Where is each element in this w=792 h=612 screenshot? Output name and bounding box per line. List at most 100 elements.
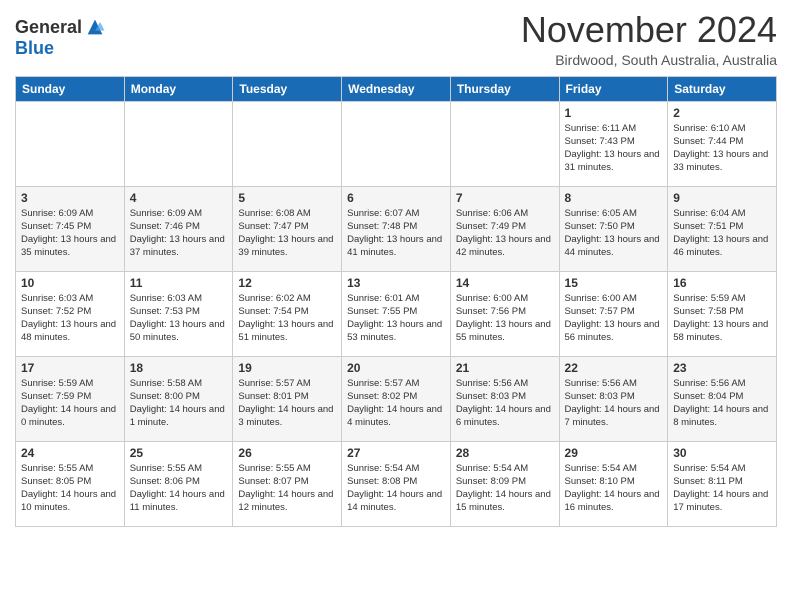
calendar-cell: 16 Sunrise: 5:59 AM Sunset: 7:58 PM Dayli… — [668, 271, 777, 356]
calendar-cell — [16, 101, 125, 186]
day-info: Sunrise: 5:59 AM Sunset: 7:58 PM Dayligh… — [673, 292, 771, 345]
calendar-cell: 28 Sunrise: 5:54 AM Sunset: 8:09 PM Dayli… — [450, 441, 559, 526]
day-info: Sunrise: 5:54 AM Sunset: 8:08 PM Dayligh… — [347, 462, 445, 515]
day-number: 15 — [565, 276, 663, 290]
calendar-cell — [124, 101, 233, 186]
calendar-cell: 10 Sunrise: 6:03 AM Sunset: 7:52 PM Dayli… — [16, 271, 125, 356]
weekday-header: Friday — [559, 76, 668, 101]
calendar-cell: 13 Sunrise: 6:01 AM Sunset: 7:55 PM Dayli… — [342, 271, 451, 356]
day-info: Sunrise: 6:03 AM Sunset: 7:53 PM Dayligh… — [130, 292, 228, 345]
calendar-cell: 12Sunrise: 6:02 AM Sunset: 7:54 PM Dayli… — [233, 271, 342, 356]
calendar-cell: 11 Sunrise: 6:03 AM Sunset: 7:53 PM Dayli… — [124, 271, 233, 356]
day-info: Sunrise: 6:03 AM Sunset: 7:52 PM Dayligh… — [21, 292, 119, 345]
calendar-cell: 29Sunrise: 5:54 AM Sunset: 8:10 PM Dayli… — [559, 441, 668, 526]
day-number: 18 — [130, 361, 228, 375]
calendar-cell: 17 Sunrise: 5:59 AM Sunset: 7:59 PM Dayli… — [16, 356, 125, 441]
calendar-cell: 19 Sunrise: 5:57 AM Sunset: 8:01 PM Dayli… — [233, 356, 342, 441]
calendar-table: SundayMondayTuesdayWednesdayThursdayFrid… — [15, 76, 777, 527]
day-number: 16 — [673, 276, 771, 290]
calendar-header-row: SundayMondayTuesdayWednesdayThursdayFrid… — [16, 76, 777, 101]
day-info: Sunrise: 6:09 AM Sunset: 7:45 PM Dayligh… — [21, 207, 119, 260]
calendar-cell: 23Sunrise: 5:56 AM Sunset: 8:04 PM Dayli… — [668, 356, 777, 441]
day-info: Sunrise: 6:05 AM Sunset: 7:50 PM Dayligh… — [565, 207, 663, 260]
day-info: Sunrise: 6:02 AM Sunset: 7:54 PM Dayligh… — [238, 292, 336, 345]
calendar-week-row: 10 Sunrise: 6:03 AM Sunset: 7:52 PM Dayli… — [16, 271, 777, 356]
day-number: 21 — [456, 361, 554, 375]
calendar-cell: 8 Sunrise: 6:05 AM Sunset: 7:50 PM Daylig… — [559, 186, 668, 271]
day-number: 8 — [565, 191, 663, 205]
day-info: Sunrise: 5:56 AM Sunset: 8:03 PM Dayligh… — [565, 377, 663, 430]
day-number: 2 — [673, 106, 771, 120]
day-info: Sunrise: 6:00 AM Sunset: 7:57 PM Dayligh… — [565, 292, 663, 345]
day-number: 5 — [238, 191, 336, 205]
day-number: 1 — [565, 106, 663, 120]
title-block: November 2024 Birdwood, South Australia,… — [521, 10, 777, 68]
calendar-cell — [450, 101, 559, 186]
day-number: 11 — [130, 276, 228, 290]
day-number: 19 — [238, 361, 336, 375]
calendar-cell: 26 Sunrise: 5:55 AM Sunset: 8:07 PM Dayli… — [233, 441, 342, 526]
weekday-header: Tuesday — [233, 76, 342, 101]
day-number: 20 — [347, 361, 445, 375]
day-number: 30 — [673, 446, 771, 460]
page-header: General Blue November 2024 Birdwood, Sou… — [15, 10, 777, 68]
day-number: 17 — [21, 361, 119, 375]
day-info: Sunrise: 5:55 AM Sunset: 8:07 PM Dayligh… — [238, 462, 336, 515]
weekday-header: Wednesday — [342, 76, 451, 101]
calendar-cell — [342, 101, 451, 186]
day-info: Sunrise: 5:57 AM Sunset: 8:01 PM Dayligh… — [238, 377, 336, 430]
day-info: Sunrise: 5:57 AM Sunset: 8:02 PM Dayligh… — [347, 377, 445, 430]
day-info: Sunrise: 5:54 AM Sunset: 8:09 PM Dayligh… — [456, 462, 554, 515]
day-info: Sunrise: 6:11 AM Sunset: 7:43 PM Dayligh… — [565, 122, 663, 175]
calendar-cell: 6 Sunrise: 6:07 AM Sunset: 7:48 PM Daylig… — [342, 186, 451, 271]
calendar-week-row: 3 Sunrise: 6:09 AM Sunset: 7:45 PM Daylig… — [16, 186, 777, 271]
day-info: Sunrise: 5:58 AM Sunset: 8:00 PM Dayligh… — [130, 377, 228, 430]
calendar-cell: 24 Sunrise: 5:55 AM Sunset: 8:05 PM Dayli… — [16, 441, 125, 526]
location-subtitle: Birdwood, South Australia, Australia — [521, 52, 777, 68]
calendar-week-row: 17 Sunrise: 5:59 AM Sunset: 7:59 PM Dayli… — [16, 356, 777, 441]
day-info: Sunrise: 5:54 AM Sunset: 8:11 PM Dayligh… — [673, 462, 771, 515]
day-number: 25 — [130, 446, 228, 460]
weekday-header: Thursday — [450, 76, 559, 101]
day-info: Sunrise: 6:00 AM Sunset: 7:56 PM Dayligh… — [456, 292, 554, 345]
logo-general-text: General — [15, 17, 82, 38]
day-number: 27 — [347, 446, 445, 460]
weekday-header: Monday — [124, 76, 233, 101]
day-info: Sunrise: 5:59 AM Sunset: 7:59 PM Dayligh… — [21, 377, 119, 430]
weekday-header: Sunday — [16, 76, 125, 101]
month-title: November 2024 — [521, 10, 777, 50]
day-number: 9 — [673, 191, 771, 205]
day-number: 29 — [565, 446, 663, 460]
day-number: 7 — [456, 191, 554, 205]
day-number: 13 — [347, 276, 445, 290]
calendar-cell: 22 Sunrise: 5:56 AM Sunset: 8:03 PM Dayli… — [559, 356, 668, 441]
calendar-cell: 15 Sunrise: 6:00 AM Sunset: 7:57 PM Dayli… — [559, 271, 668, 356]
calendar-cell: 4Sunrise: 6:09 AM Sunset: 7:46 PM Daylig… — [124, 186, 233, 271]
day-number: 26 — [238, 446, 336, 460]
day-info: Sunrise: 6:04 AM Sunset: 7:51 PM Dayligh… — [673, 207, 771, 260]
calendar-cell: 9 Sunrise: 6:04 AM Sunset: 7:51 PM Daylig… — [668, 186, 777, 271]
day-number: 22 — [565, 361, 663, 375]
day-info: Sunrise: 5:55 AM Sunset: 8:05 PM Dayligh… — [21, 462, 119, 515]
calendar-cell: 30 Sunrise: 5:54 AM Sunset: 8:11 PM Dayli… — [668, 441, 777, 526]
day-number: 28 — [456, 446, 554, 460]
day-number: 4 — [130, 191, 228, 205]
day-info: Sunrise: 6:01 AM Sunset: 7:55 PM Dayligh… — [347, 292, 445, 345]
calendar-cell: 5Sunrise: 6:08 AM Sunset: 7:47 PM Daylig… — [233, 186, 342, 271]
calendar-week-row: 24 Sunrise: 5:55 AM Sunset: 8:05 PM Dayli… — [16, 441, 777, 526]
calendar-cell: 3 Sunrise: 6:09 AM Sunset: 7:45 PM Daylig… — [16, 186, 125, 271]
day-info: Sunrise: 5:55 AM Sunset: 8:06 PM Dayligh… — [130, 462, 228, 515]
calendar-cell: 14 Sunrise: 6:00 AM Sunset: 7:56 PM Dayli… — [450, 271, 559, 356]
day-number: 6 — [347, 191, 445, 205]
day-info: Sunrise: 6:10 AM Sunset: 7:44 PM Dayligh… — [673, 122, 771, 175]
day-number: 23 — [673, 361, 771, 375]
logo-blue-text: Blue — [15, 38, 54, 59]
calendar-cell: 25 Sunrise: 5:55 AM Sunset: 8:06 PM Dayli… — [124, 441, 233, 526]
day-number: 10 — [21, 276, 119, 290]
day-number: 14 — [456, 276, 554, 290]
calendar-cell: 27 Sunrise: 5:54 AM Sunset: 8:08 PM Dayli… — [342, 441, 451, 526]
day-number: 24 — [21, 446, 119, 460]
day-info: Sunrise: 6:07 AM Sunset: 7:48 PM Dayligh… — [347, 207, 445, 260]
day-info: Sunrise: 5:56 AM Sunset: 8:03 PM Dayligh… — [456, 377, 554, 430]
day-number: 3 — [21, 191, 119, 205]
